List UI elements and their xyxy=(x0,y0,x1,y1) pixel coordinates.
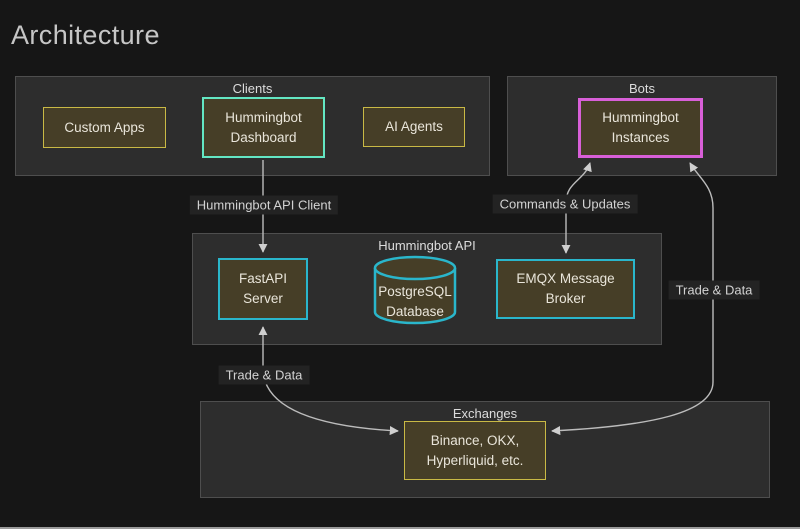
architecture-diagram: Architecture Clients Bots Hummingbot API… xyxy=(0,0,800,529)
node-label: PostgreSQL Database xyxy=(373,255,457,322)
edge-label-trade-data-left: Trade & Data xyxy=(219,366,310,385)
node-custom-apps: Custom Apps xyxy=(43,107,166,148)
page-title: Architecture xyxy=(11,20,160,51)
node-fastapi-server: FastAPI Server xyxy=(218,258,308,320)
node-postgresql-database: PostgreSQL Database xyxy=(373,255,457,327)
node-label: FastAPI Server xyxy=(226,269,300,309)
node-label: Custom Apps xyxy=(64,118,144,138)
node-hummingbot-instances: Hummingbot Instances xyxy=(578,98,703,158)
edge-label-commands-updates: Commands & Updates xyxy=(493,195,638,214)
group-label-hummingbot-api: Hummingbot API xyxy=(193,238,661,253)
node-label: Hummingbot Instances xyxy=(587,108,694,148)
node-ai-agents: AI Agents xyxy=(363,107,465,147)
node-emqx-message-broker: EMQX Message Broker xyxy=(496,259,635,319)
node-label: AI Agents xyxy=(385,117,443,137)
node-label: Hummingbot Dashboard xyxy=(210,108,317,148)
node-exchange-list: Binance, OKX, Hyperliquid, etc. xyxy=(404,421,546,480)
group-label-bots: Bots xyxy=(508,81,776,96)
edge-label-trade-data-right: Trade & Data xyxy=(669,281,760,300)
edge-label-hummingbot-api-client: Hummingbot API Client xyxy=(190,196,338,215)
node-label: Binance, OKX, Hyperliquid, etc. xyxy=(411,431,539,471)
node-hummingbot-dashboard: Hummingbot Dashboard xyxy=(202,97,325,158)
group-label-exchanges: Exchanges xyxy=(201,406,769,421)
node-label: EMQX Message Broker xyxy=(504,269,627,309)
group-label-clients: Clients xyxy=(16,81,489,96)
